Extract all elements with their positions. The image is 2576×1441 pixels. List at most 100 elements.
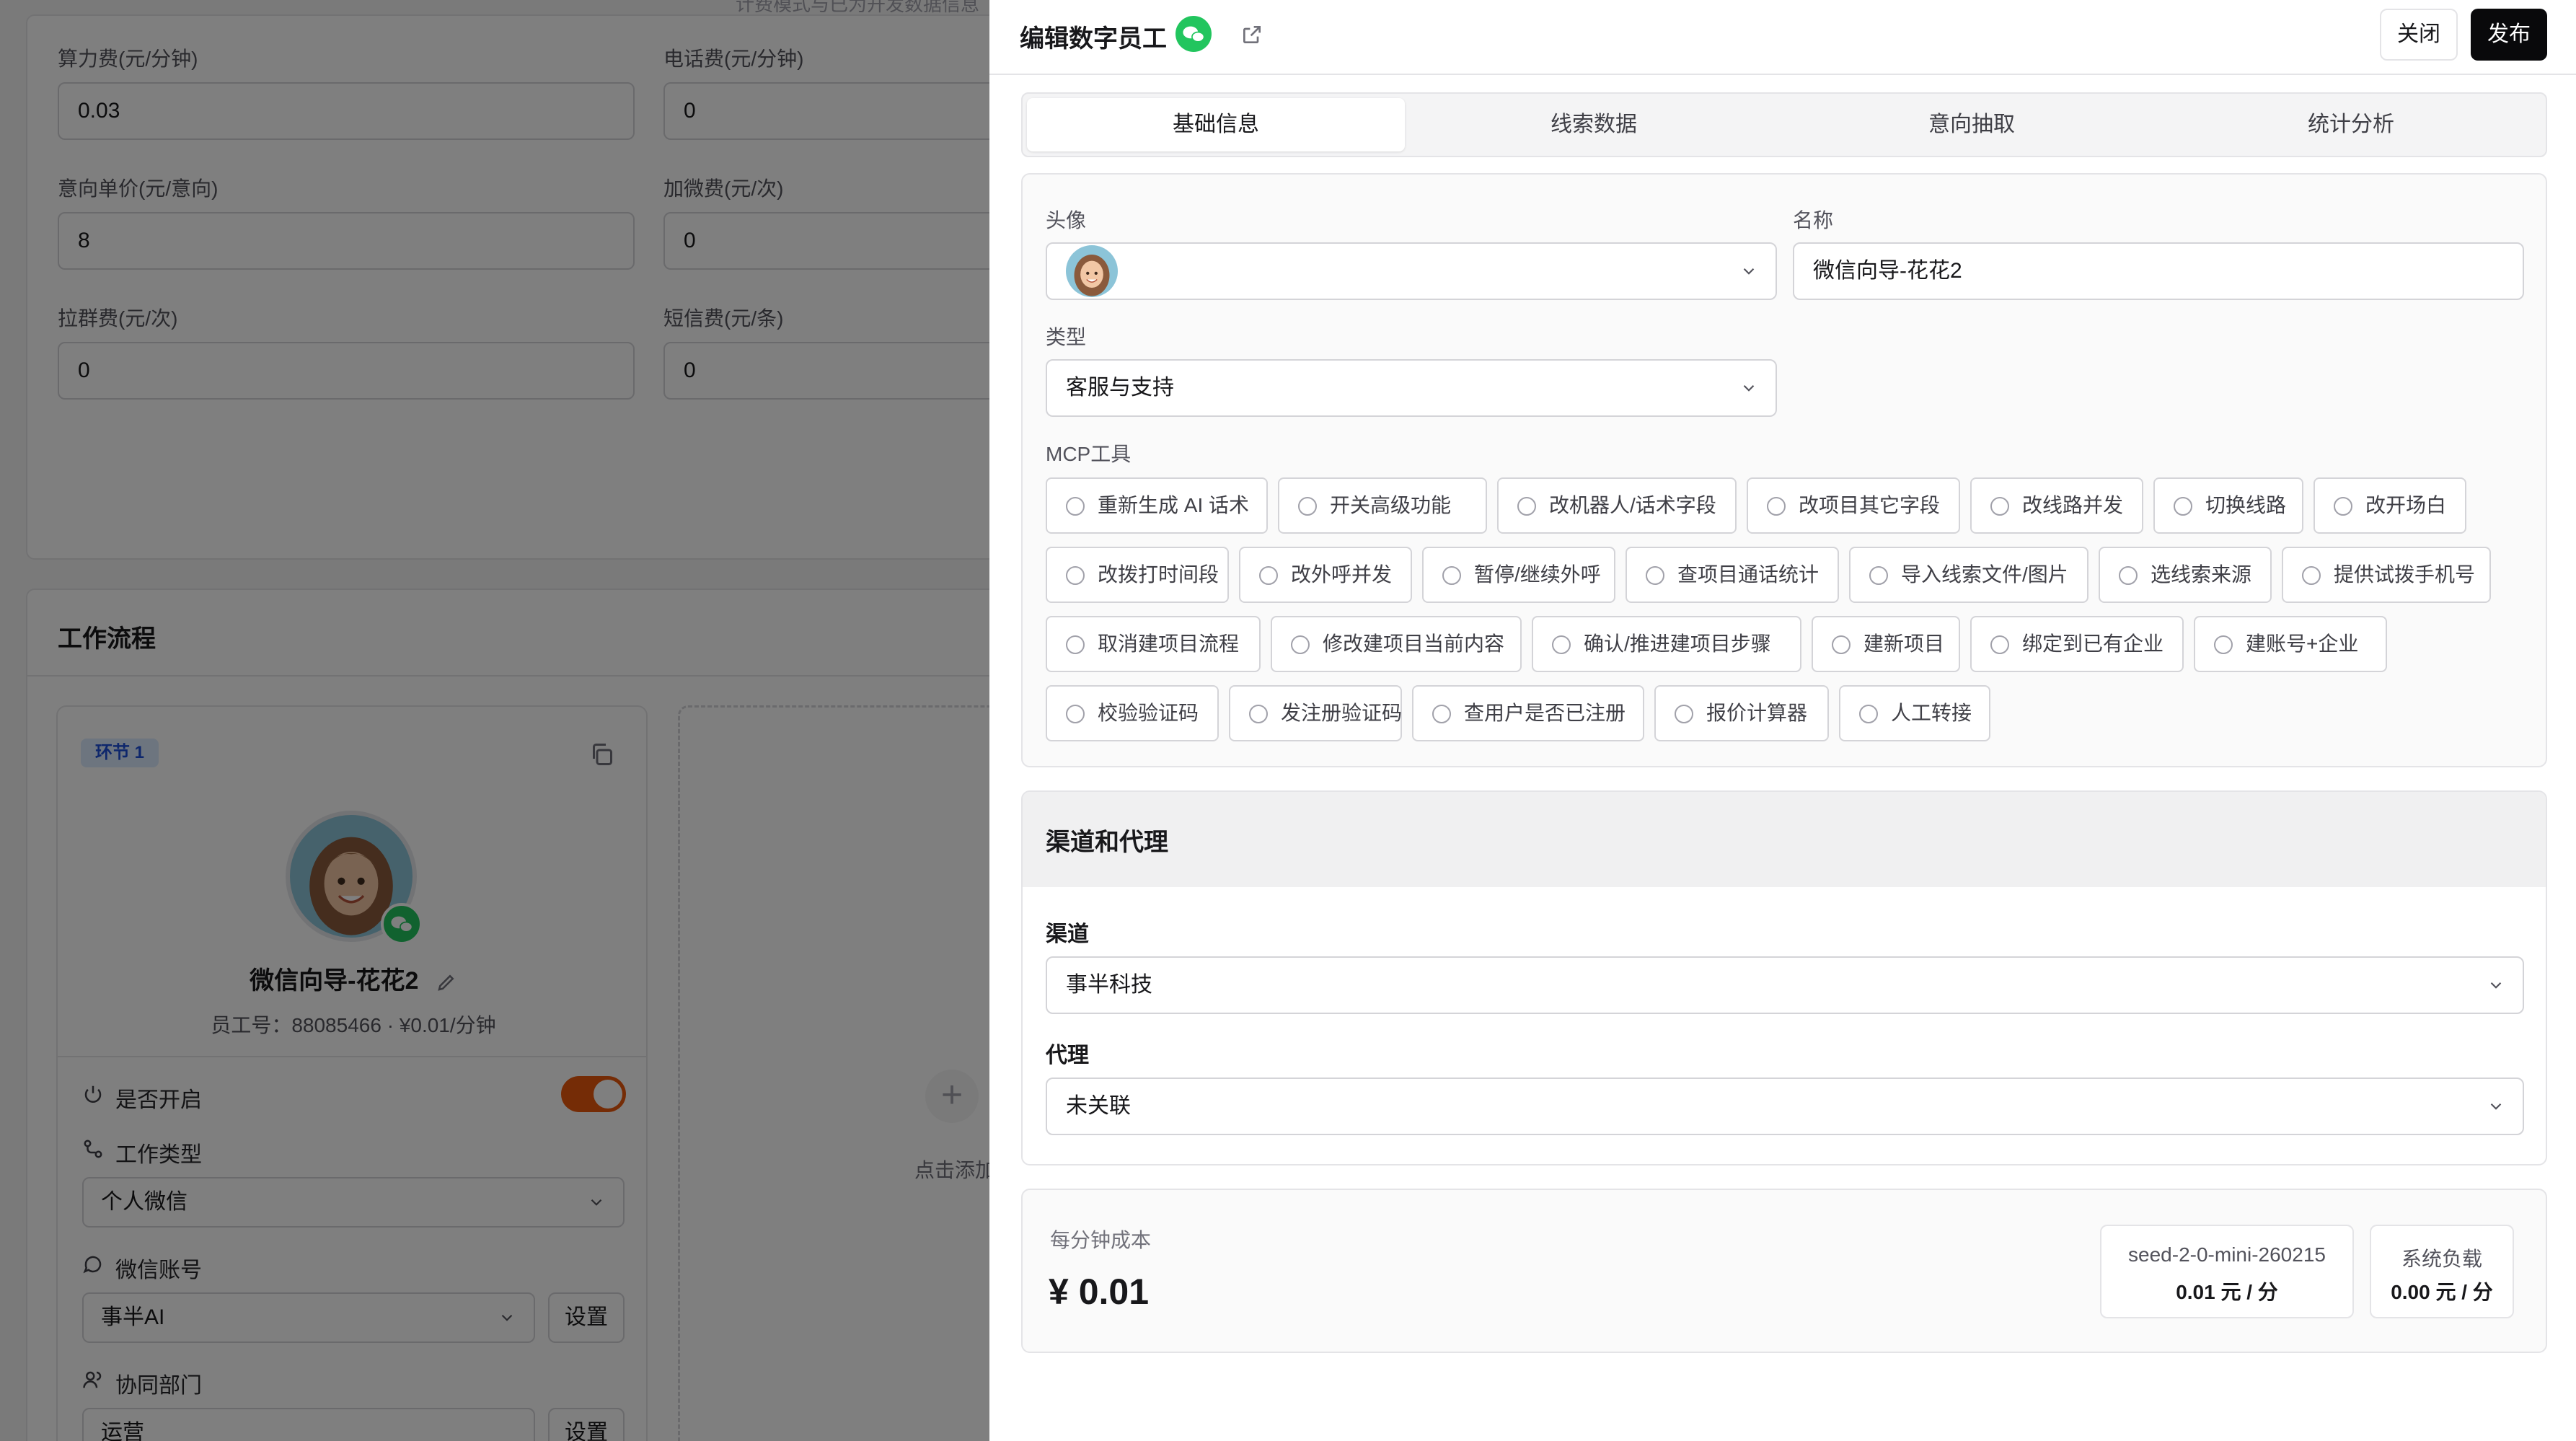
mcp-tool-label: 人工转接 bbox=[1891, 702, 1972, 724]
mcp-tool-option[interactable]: 切换线路 bbox=[2153, 477, 2303, 534]
publish-button[interactable]: 发布 bbox=[2471, 9, 2547, 61]
radio-icon bbox=[1675, 705, 1693, 723]
mcp-tool-option[interactable]: 开关高级功能 bbox=[1278, 477, 1487, 534]
radio-icon bbox=[1869, 566, 1888, 585]
cost-panel: 每分钟成本 ¥ 0.01 seed-2-0-mini-260215 0.01 元… bbox=[1021, 1189, 2547, 1353]
mcp-tool-option[interactable]: 重新生成 AI 话术 bbox=[1046, 477, 1268, 534]
radio-icon bbox=[2214, 635, 2233, 654]
radio-icon bbox=[1249, 705, 1268, 723]
mcp-tool-label: 修改建项目当前内容 bbox=[1323, 633, 1505, 655]
radio-icon bbox=[1990, 635, 2009, 654]
radio-icon bbox=[1832, 635, 1851, 654]
radio-icon bbox=[1066, 635, 1085, 654]
model-price: 0.01 元 / 分 bbox=[2176, 1281, 2278, 1303]
channel-section-header: 渠道和代理 bbox=[1023, 792, 2546, 887]
basic-info-panel: 头像 名称 微信向导-花花2 类型 客服与支持 MCP工具 重新生成 AI 话术… bbox=[1021, 173, 2547, 767]
mcp-tool-label: 选线索来源 bbox=[2151, 563, 2252, 586]
mcp-tool-option[interactable]: 查项目通话统计 bbox=[1626, 547, 1839, 603]
agent-label: 代理 bbox=[1046, 1044, 1089, 1067]
mcp-tool-option[interactable]: 绑定到已有企业 bbox=[1970, 616, 2184, 672]
mcp-tool-option[interactable]: 选线索来源 bbox=[2099, 547, 2272, 603]
mcp-tool-option[interactable]: 改项目其它字段 bbox=[1747, 477, 1960, 534]
mcp-tool-option[interactable]: 取消建项目流程 bbox=[1046, 616, 1261, 672]
mcp-tool-option[interactable]: 导入线索文件/图片 bbox=[1849, 547, 2088, 603]
radio-icon bbox=[1517, 497, 1536, 516]
mcp-tool-option[interactable]: 报价计算器 bbox=[1654, 685, 1829, 741]
radio-icon bbox=[1442, 566, 1461, 585]
mcp-tool-label: 暂停/继续外呼 bbox=[1474, 563, 1601, 586]
name-input[interactable]: 微信向导-花花2 bbox=[1793, 242, 2524, 300]
radio-icon bbox=[1646, 566, 1664, 585]
radio-icon bbox=[1066, 566, 1085, 585]
mcp-tool-label: 报价计算器 bbox=[1706, 702, 1808, 724]
close-button[interactable]: 关闭 bbox=[2380, 9, 2458, 61]
mcp-tool-option[interactable]: 确认/推进建项目步骤 bbox=[1532, 616, 1801, 672]
mcp-tool-option[interactable]: 建新项目 bbox=[1812, 616, 1960, 672]
mcp-tool-option[interactable]: 修改建项目当前内容 bbox=[1271, 616, 1522, 672]
radio-icon bbox=[1066, 705, 1085, 723]
tab-statistics[interactable]: 统计分析 bbox=[2162, 98, 2540, 151]
tab-bar: 基础信息 线索数据 意向抽取 统计分析 bbox=[1021, 92, 2547, 157]
tab-lead-data[interactable]: 线索数据 bbox=[1405, 98, 1783, 151]
radio-icon bbox=[1291, 635, 1310, 654]
channel-label: 渠道 bbox=[1046, 922, 1089, 946]
mcp-tool-option[interactable]: 人工转接 bbox=[1839, 685, 1990, 741]
mcp-tool-option[interactable]: 建账号+企业 bbox=[2194, 616, 2387, 672]
channel-section-title: 渠道和代理 bbox=[1046, 829, 1168, 856]
type-label: 类型 bbox=[1046, 326, 1087, 348]
mcp-tool-option[interactable]: 校验验证码 bbox=[1046, 685, 1219, 741]
drawer-title: 编辑数字员工 bbox=[1020, 25, 1167, 53]
mcp-tool-label: 改项目其它字段 bbox=[1799, 494, 1941, 516]
mcp-tool-label: 建账号+企业 bbox=[2246, 633, 2359, 655]
radio-icon bbox=[2119, 566, 2138, 585]
radio-icon bbox=[1767, 497, 1786, 516]
mcp-tool-label: 绑定到已有企业 bbox=[2022, 633, 2164, 655]
radio-icon bbox=[1298, 497, 1317, 516]
avatar bbox=[1066, 245, 1118, 297]
name-label: 名称 bbox=[1793, 209, 1834, 232]
radio-icon bbox=[1990, 497, 2009, 516]
mcp-tool-option[interactable]: 改线路并发 bbox=[1970, 477, 2143, 534]
chevron-down-icon bbox=[1743, 268, 1755, 275]
tab-intent-extraction[interactable]: 意向抽取 bbox=[1783, 98, 2161, 151]
radio-icon bbox=[1259, 566, 1278, 585]
mcp-tool-label: 建新项目 bbox=[1863, 633, 1945, 655]
mcp-tool-label: 导入线索文件/图片 bbox=[1901, 563, 2068, 586]
mcp-tool-option[interactable]: 查用户是否已注册 bbox=[1412, 685, 1644, 741]
tab-basic-info[interactable]: 基础信息 bbox=[1027, 98, 1405, 151]
model-cost-box: seed-2-0-mini-260215 0.01 元 / 分 bbox=[2100, 1225, 2354, 1318]
mcp-tool-label: 开关高级功能 bbox=[1330, 494, 1452, 516]
mcp-tool-option[interactable]: 改外呼并发 bbox=[1239, 547, 1412, 603]
channel-agent-panel: 渠道和代理 渠道 事半科技 代理 未关联 bbox=[1021, 790, 2547, 1165]
radio-icon bbox=[1859, 705, 1878, 723]
modal-overlay[interactable] bbox=[0, 0, 989, 1441]
mcp-tool-option[interactable]: 改拨打时间段 bbox=[1046, 547, 1229, 603]
edit-employee-drawer: 编辑数字员工 关闭 发布 基础信息 线索数据 意向抽取 统计分析 头像 名称 微… bbox=[989, 0, 2576, 1441]
mcp-tool-option[interactable]: 发注册验证码 bbox=[1229, 685, 1402, 741]
channel-select[interactable]: 事半科技 bbox=[1046, 956, 2524, 1014]
mcp-tool-option[interactable]: 提供试拨手机号 bbox=[2282, 547, 2491, 603]
mcp-tool-option[interactable]: 暂停/继续外呼 bbox=[1422, 547, 1615, 603]
mcp-tool-label: 提供试拨手机号 bbox=[2334, 563, 2476, 586]
mcp-tool-option[interactable]: 改开场白 bbox=[2313, 477, 2466, 534]
wechat-icon bbox=[1175, 16, 1212, 52]
type-select[interactable]: 客服与支持 bbox=[1046, 359, 1777, 417]
mcp-tool-label: 取消建项目流程 bbox=[1098, 633, 1240, 655]
external-link-icon[interactable] bbox=[1240, 23, 1263, 46]
avatar-label: 头像 bbox=[1046, 209, 1087, 232]
chevron-down-icon bbox=[1743, 384, 1755, 392]
avatar-select[interactable] bbox=[1046, 242, 1777, 300]
mcp-tool-label: 改外呼并发 bbox=[1291, 563, 1393, 586]
mcp-tool-label: 改机器人/话术字段 bbox=[1549, 494, 1716, 516]
system-load-box: 系统负载 0.00 元 / 分 bbox=[2370, 1225, 2514, 1318]
mcp-tool-label: 发注册验证码 bbox=[1281, 702, 1403, 724]
agent-select[interactable]: 未关联 bbox=[1046, 1078, 2524, 1135]
system-load-value: 0.00 元 / 分 bbox=[2391, 1281, 2493, 1303]
mcp-tool-label: 改拨打时间段 bbox=[1098, 563, 1219, 586]
type-value: 客服与支持 bbox=[1066, 376, 1174, 400]
radio-icon bbox=[1066, 497, 1085, 516]
cost-per-minute-value: ¥ 0.01 bbox=[1049, 1272, 1150, 1312]
drawer-header: 编辑数字员工 关闭 发布 bbox=[989, 0, 2576, 75]
mcp-tool-option[interactable]: 改机器人/话术字段 bbox=[1497, 477, 1737, 534]
mcp-tools-label: MCP工具 bbox=[1046, 443, 1132, 465]
